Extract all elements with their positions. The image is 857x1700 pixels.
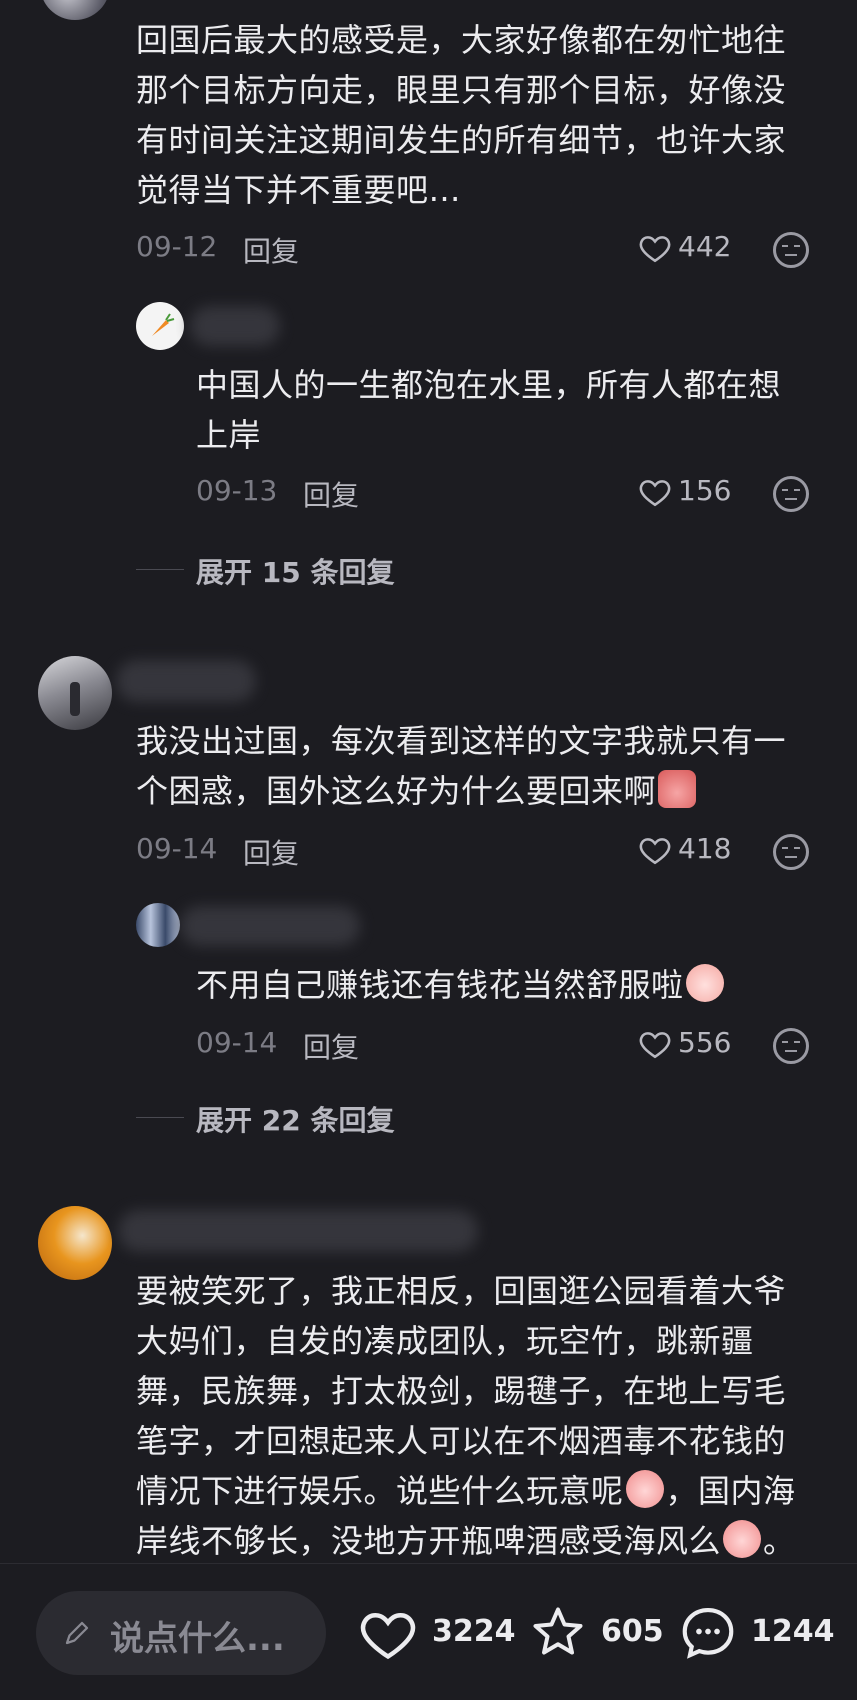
pencil-icon — [65, 1621, 89, 1645]
like-count: 556 — [678, 1026, 732, 1059]
comment-input[interactable]: 说点什么... — [36, 1591, 326, 1675]
comment-text: 回国后最大的感受是，大家好像都在匆忙地往 那个目标方向走，眼里只有那个目标，好像… — [136, 21, 787, 209]
username-blurred[interactable] — [116, 660, 256, 702]
star-total: 605 — [601, 1614, 664, 1649]
scared-face-emoji — [658, 770, 697, 808]
avatar[interactable] — [38, 1206, 112, 1280]
username-blurred[interactable] — [190, 306, 280, 346]
avatar[interactable] — [136, 903, 180, 947]
comment-date: 09-12 — [136, 230, 218, 263]
heart-icon[interactable] — [638, 231, 672, 265]
comment-bubble-icon[interactable] — [677, 1601, 739, 1663]
expand-replies-button[interactable]: 展开 15 条回复 — [196, 551, 394, 591]
like-count: 156 — [678, 474, 732, 507]
comment-text: 中国人的一生都泡在水里，所有人都在想 上岸 — [196, 366, 782, 454]
expand-replies-button[interactable]: 展开 22 条回复 — [196, 1099, 394, 1139]
like-count: 442 — [678, 230, 732, 263]
reply-button[interactable]: 回复 — [243, 832, 299, 872]
like-count: 418 — [678, 832, 732, 865]
heart-icon[interactable] — [358, 1604, 418, 1664]
avatar[interactable] — [40, 0, 110, 20]
reply-button[interactable]: 回复 — [243, 230, 299, 270]
comment-date: 09-14 — [196, 1026, 278, 1059]
emoji-react-icon[interactable] — [773, 476, 809, 512]
like-total: 3224 — [432, 1614, 516, 1649]
heart-icon[interactable] — [638, 1027, 672, 1061]
crying-face-emoji — [723, 1520, 762, 1558]
emoji-react-icon[interactable] — [773, 232, 809, 268]
heart-icon[interactable] — [638, 833, 672, 867]
comment-total: 1244 — [751, 1614, 835, 1649]
reply-button[interactable]: 回复 — [303, 1026, 359, 1066]
heart-icon[interactable] — [638, 475, 672, 509]
crying-face-emoji — [625, 1470, 664, 1508]
username-blurred[interactable] — [180, 906, 360, 946]
emoji-react-icon[interactable] — [773, 834, 809, 870]
comment-text: 我没出过国，每次看到这样的文字我就只有一 个困惑，国外这么好为什么要回来啊 — [136, 722, 787, 810]
comment-text: 要被笑死了，我正相反，回国逛公园看着大爷 大妈们，自发的凑成团队，玩空竹，跳新疆… — [136, 1272, 796, 1560]
divider — [136, 1117, 184, 1118]
peach-face-emoji — [685, 964, 724, 1002]
divider — [136, 569, 184, 570]
bottom-action-bar: 说点什么... 3224 605 1244 — [0, 1563, 857, 1700]
star-icon[interactable] — [528, 1602, 588, 1662]
reply-button[interactable]: 回复 — [303, 474, 359, 514]
avatar[interactable] — [136, 302, 184, 350]
carrot-icon — [152, 313, 175, 336]
comment-input-placeholder: 说点什么... — [110, 1619, 285, 1659]
comment-text: 不用自己赚钱还有钱花当然舒服啦 — [196, 960, 816, 1010]
comment-date: 09-14 — [136, 832, 218, 865]
comment-date: 09-13 — [196, 474, 278, 507]
avatar[interactable] — [38, 656, 112, 730]
emoji-react-icon[interactable] — [773, 1028, 809, 1064]
username-blurred[interactable] — [118, 1210, 478, 1252]
